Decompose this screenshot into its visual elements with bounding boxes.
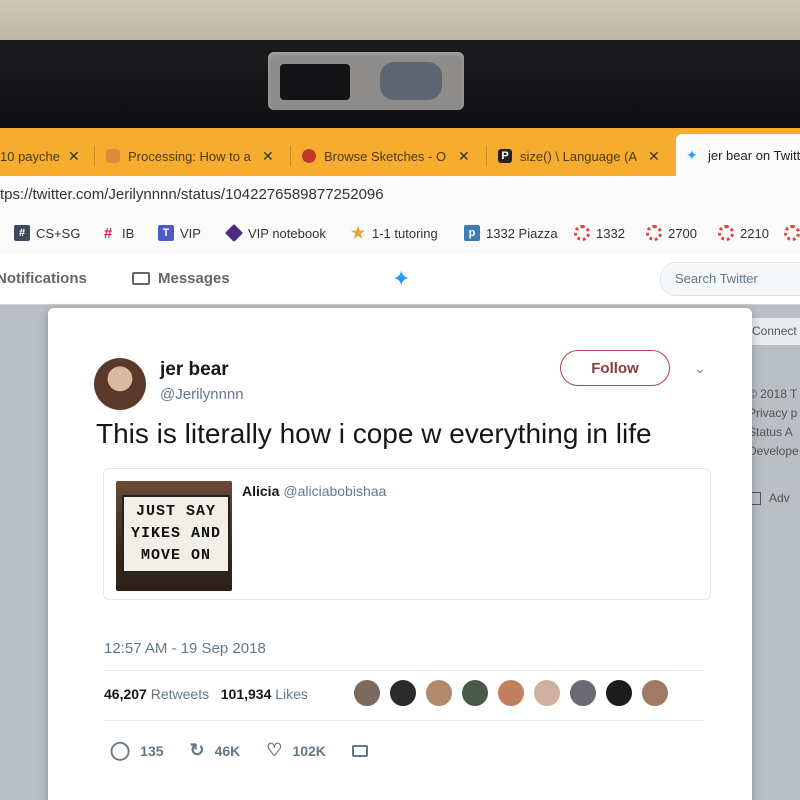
avatar[interactable] — [388, 678, 418, 708]
tab-size-language[interactable]: P size() \ Language (A ✕ — [498, 140, 668, 172]
user-handle[interactable]: @Jerilynnnn — [160, 386, 244, 403]
bookmarks-bar: # CS+SG # IB T VIP VIP notebook ★ 1-1 tu… — [0, 216, 800, 255]
bookmark-1332-piazza[interactable]: p 1332 Piazza — [464, 225, 558, 241]
quoted-user-handle: @aliciabobishaa — [283, 483, 387, 499]
avatar[interactable] — [604, 678, 634, 708]
tweet-permalink-modal: jer bear @Jerilynnnn Follow ⌄ This is li… — [48, 308, 752, 800]
like-button[interactable]: ♡ 102K — [266, 740, 326, 761]
nav-notifications[interactable]: Notifications — [0, 270, 87, 287]
heart-icon: ♡ — [266, 740, 283, 760]
p-logo-icon: P — [498, 149, 512, 163]
browser-tab-bar: 10 payche ✕ Processing: How to a ✕ Brows… — [0, 128, 800, 176]
screen: 10 payche ✕ Processing: How to a ✕ Brows… — [0, 128, 800, 800]
webcam-cover — [268, 52, 464, 110]
webcam-slide-slot — [280, 64, 350, 100]
url-text[interactable]: tps://twitter.com/Jerilynnnn/status/1042… — [0, 186, 384, 203]
bookmark-1-1-tutoring[interactable]: ★ 1-1 tutoring — [350, 225, 438, 242]
connect-header[interactable]: Connect — [748, 318, 800, 345]
letter-board: JUST SAY YIKES AND MOVE ON — [122, 495, 230, 573]
avatar[interactable] — [568, 678, 598, 708]
user-display-name[interactable]: jer bear — [160, 359, 229, 381]
tab-separator — [486, 146, 487, 166]
canvas-icon — [646, 225, 662, 241]
canvas-icon — [574, 225, 590, 241]
address-bar[interactable]: tps://twitter.com/Jerilynnnn/status/1042… — [0, 176, 800, 217]
avatar[interactable] — [94, 358, 146, 410]
tab-processing[interactable]: Processing: How to a ✕ — [106, 140, 284, 172]
reply-icon: ◯ — [110, 740, 131, 760]
twitter-bird-icon[interactable]: ✦ — [392, 266, 410, 292]
cube-icon — [224, 223, 244, 243]
search-input[interactable]: Search Twitter — [660, 262, 800, 296]
bookmark-overflow[interactable] — [784, 225, 800, 241]
close-icon[interactable]: ✕ — [458, 148, 470, 165]
bookmark-cs-sg[interactable]: # CS+SG — [14, 225, 80, 241]
quoted-tweet[interactable]: JUST SAY YIKES AND MOVE ON Alicia @alicia… — [103, 468, 711, 600]
tweet-text: This is literally how i cope w everythin… — [96, 418, 652, 449]
tab-browse-sketches[interactable]: Browse Sketches - O ✕ — [302, 140, 480, 172]
hash-icon: # — [14, 225, 30, 241]
tweet-actions: ◯ 135 ↻ 46K ♡ 102K — [110, 740, 394, 761]
envelope-icon — [132, 272, 150, 285]
divider — [104, 670, 704, 671]
advertise-link[interactable]: Adv — [748, 489, 800, 508]
footer-developers-link[interactable]: Develope — [748, 442, 800, 461]
avatar[interactable] — [352, 678, 382, 708]
quoted-user[interactable]: Alicia @aliciabobishaa — [242, 483, 386, 499]
bookmark-1332[interactable]: 1332 — [574, 225, 625, 241]
canvas-icon — [718, 225, 734, 241]
footer-privacy-link[interactable]: Privacy p — [748, 404, 800, 423]
bookmark-ib[interactable]: # IB — [100, 224, 134, 242]
bookmark-2700[interactable]: 2700 — [646, 225, 697, 241]
board-line: MOVE ON — [140, 547, 211, 564]
reply-card — [68, 776, 714, 800]
nav-messages[interactable]: Messages — [132, 270, 230, 287]
processing-icon — [106, 149, 120, 163]
right-sidebar: Connect © 2018 T Privacy p Status A Deve… — [748, 318, 800, 508]
liker-avatars — [352, 678, 676, 708]
follow-button[interactable]: Follow — [560, 350, 670, 386]
likes-stat[interactable]: 101,934 Likes — [221, 686, 308, 702]
tab-separator — [94, 146, 95, 166]
direct-message-button[interactable] — [351, 744, 368, 757]
quoted-user-name: Alicia — [242, 483, 280, 499]
avatar[interactable] — [424, 678, 454, 708]
avatar[interactable] — [460, 678, 490, 708]
quoted-tweet-image[interactable]: JUST SAY YIKES AND MOVE ON — [116, 481, 232, 591]
footer-status-link[interactable]: Status A — [748, 423, 800, 442]
canvas-icon — [784, 225, 800, 241]
chevron-down-icon[interactable]: ⌄ — [694, 360, 706, 377]
bookmark-2210[interactable]: 2210 — [718, 225, 769, 241]
footer-copyright: © 2018 T — [748, 387, 798, 401]
retweet-icon: ↻ — [189, 740, 205, 760]
salesforce-logo-icon — [380, 62, 442, 100]
tab-jer-bear-twitter[interactable]: ✦ jer bear on Twitt — [676, 134, 800, 176]
close-icon[interactable]: ✕ — [68, 148, 80, 165]
tweet-timestamp[interactable]: 12:57 AM - 19 Sep 2018 — [104, 640, 266, 657]
board-line: YIKES AND — [130, 525, 221, 542]
avatar[interactable] — [496, 678, 526, 708]
teams-icon: T — [158, 225, 174, 241]
tab-separator — [290, 146, 291, 166]
tweet-stats: 46,207 Retweets 101,934 Likes — [104, 686, 308, 702]
twitter-top-nav: Notifications Messages ✦ Search Twitter — [0, 254, 800, 305]
board-line: JUST SAY — [135, 503, 216, 520]
bookmark-vip-notebook[interactable]: VIP notebook — [224, 223, 326, 243]
divider — [104, 720, 704, 721]
envelope-icon — [351, 744, 368, 757]
close-icon[interactable]: ✕ — [648, 148, 660, 165]
avatar[interactable] — [532, 678, 562, 708]
retweet-button[interactable]: ↻ 46K — [190, 740, 241, 761]
reply-button[interactable]: ◯ 135 — [110, 740, 164, 761]
tab-paycheck[interactable]: 10 payche ✕ — [0, 140, 90, 172]
retweets-stat[interactable]: 46,207 Retweets — [104, 686, 209, 702]
avatar[interactable] — [640, 678, 670, 708]
bookmark-vip[interactable]: T VIP — [158, 225, 201, 241]
piazza-icon: p — [464, 225, 480, 241]
openprocessing-icon — [302, 149, 316, 163]
star-icon: ★ — [350, 225, 366, 242]
close-icon[interactable]: ✕ — [262, 148, 274, 165]
twitter-bird-icon: ✦ — [686, 147, 698, 163]
slack-icon: # — [103, 224, 113, 242]
